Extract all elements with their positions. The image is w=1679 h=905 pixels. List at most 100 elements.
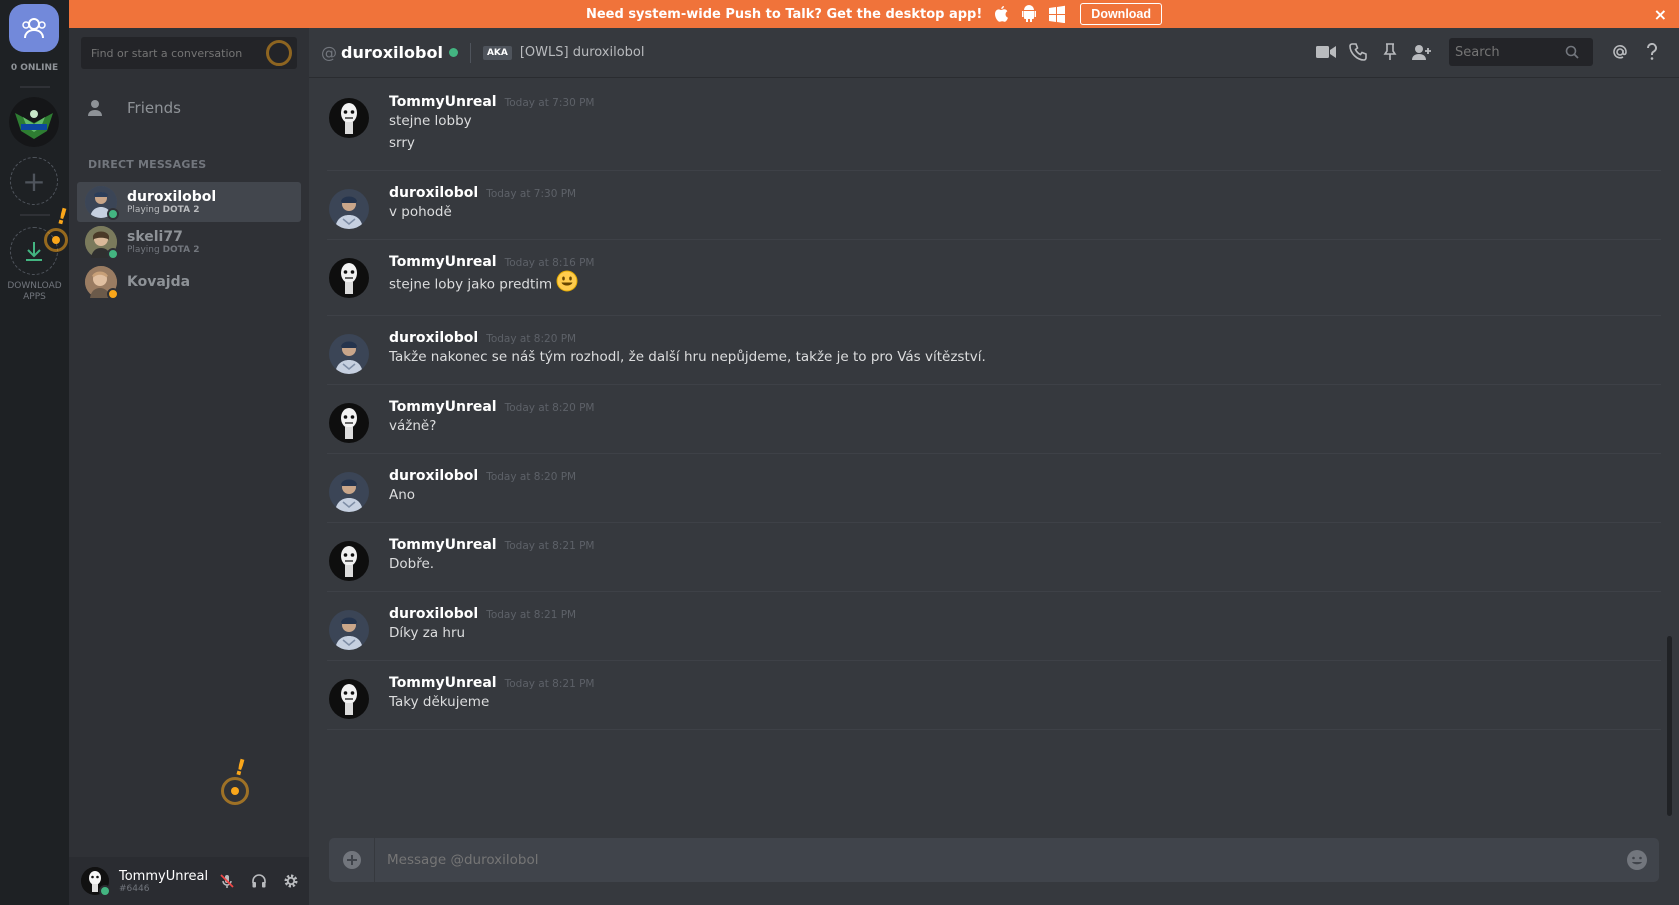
message-text: srry bbox=[389, 132, 1661, 154]
message-timestamp: Today at 8:16 PM bbox=[504, 257, 595, 269]
upload-button[interactable] bbox=[329, 838, 375, 882]
beacon-dot bbox=[231, 787, 239, 795]
deafen-button[interactable] bbox=[243, 865, 275, 897]
avatar bbox=[85, 226, 119, 260]
headphones-icon bbox=[252, 874, 266, 888]
avatar[interactable] bbox=[329, 334, 369, 374]
direct-messages-header: DIRECT MESSAGES bbox=[88, 158, 207, 171]
message-text: Dobře. bbox=[389, 553, 1661, 575]
user-settings-button[interactable] bbox=[275, 865, 307, 897]
status-online-dot bbox=[99, 885, 111, 897]
dm-item-kovajda[interactable]: Kovajda bbox=[77, 262, 301, 302]
message-author[interactable]: duroxilobol bbox=[389, 468, 478, 484]
mentions-button[interactable] bbox=[1607, 38, 1633, 66]
message-author[interactable]: duroxilobol bbox=[389, 330, 478, 346]
banner-text: Need system-wide Push to Talk? Get the d… bbox=[585, 6, 983, 22]
home-button[interactable] bbox=[9, 4, 59, 52]
dm-name: duroxilobol bbox=[127, 189, 217, 205]
user-panel: TommyUnreal #6446 bbox=[69, 857, 309, 905]
message-author[interactable]: TommyUnreal bbox=[389, 254, 497, 270]
dm-item-duroxilobol[interactable]: duroxilobol Playing DOTA 2 bbox=[77, 182, 301, 222]
help-button[interactable] bbox=[1639, 38, 1665, 66]
avatar[interactable] bbox=[329, 258, 369, 298]
dm-activity: Playing DOTA 2 bbox=[127, 245, 200, 255]
pinned-messages-button[interactable] bbox=[1377, 38, 1403, 66]
message-content: v pohodě bbox=[389, 204, 452, 220]
voice-call-button[interactable] bbox=[1345, 38, 1371, 66]
add-friend-to-dm-button[interactable] bbox=[1409, 38, 1435, 66]
aka-name: [OWLS] duroxilobol bbox=[519, 45, 645, 60]
message-author[interactable]: TommyUnreal bbox=[389, 675, 497, 691]
message-group: TommyUnreal Today at 8:21 PM Taky děkuje… bbox=[327, 661, 1661, 730]
user-tag: #6446 bbox=[119, 883, 150, 894]
avatar[interactable] bbox=[329, 679, 369, 719]
username: TommyUnreal bbox=[119, 868, 209, 884]
message-group: duroxilobol Today at 8:21 PM Díky za hru bbox=[327, 592, 1661, 661]
smiley-emoji-icon bbox=[556, 270, 578, 299]
download-icon bbox=[26, 242, 42, 261]
status-online-dot bbox=[107, 208, 119, 220]
avatar[interactable] bbox=[329, 98, 369, 138]
message-author[interactable]: duroxilobol bbox=[389, 606, 478, 622]
message-timestamp: Today at 7:30 PM bbox=[504, 97, 595, 109]
phone-icon bbox=[1349, 43, 1367, 61]
conversation-search-input[interactable] bbox=[91, 46, 261, 60]
message-timestamp: Today at 8:20 PM bbox=[486, 471, 577, 483]
message-search[interactable] bbox=[1449, 38, 1593, 66]
guild-separator bbox=[20, 214, 50, 216]
guild-sidebar: 0 ONLINE + ! DOWNLOAD APPS bbox=[0, 0, 70, 905]
message-group: TommyUnreal Today at 8:20 PM vážně? bbox=[327, 385, 1661, 454]
avatar[interactable] bbox=[329, 189, 369, 229]
server-icon[interactable] bbox=[9, 97, 59, 147]
video-call-button[interactable] bbox=[1313, 38, 1339, 66]
pin-icon bbox=[1383, 43, 1397, 60]
avatar[interactable] bbox=[329, 541, 369, 581]
add-server-button[interactable]: + bbox=[10, 157, 58, 205]
message-author[interactable]: TommyUnreal bbox=[389, 94, 497, 110]
message-list: TommyUnreal Today at 7:30 PM stejne lobb… bbox=[327, 80, 1661, 730]
message-timestamp: Today at 8:21 PM bbox=[486, 609, 577, 621]
apple-icon[interactable] bbox=[992, 5, 1010, 23]
message-search-input[interactable] bbox=[1455, 44, 1565, 60]
avatar[interactable] bbox=[329, 610, 369, 650]
message-text: vážně? bbox=[389, 415, 1661, 437]
message-group: duroxilobol Today at 7:30 PM v pohodě bbox=[327, 171, 1661, 240]
avatar[interactable] bbox=[329, 403, 369, 443]
activity-game: DOTA 2 bbox=[162, 205, 200, 215]
message-text: stejne loby jako predtim bbox=[389, 270, 1661, 299]
message-input[interactable] bbox=[375, 852, 1615, 868]
avatar[interactable] bbox=[329, 472, 369, 512]
message-author[interactable]: duroxilobol bbox=[389, 185, 478, 201]
mute-button[interactable] bbox=[211, 865, 243, 897]
emoji-picker-button[interactable] bbox=[1615, 838, 1659, 882]
scrollbar-thumb[interactable] bbox=[1667, 636, 1672, 816]
at-mention-icon bbox=[1613, 45, 1627, 59]
android-icon[interactable] bbox=[1020, 5, 1038, 23]
windows-icon[interactable] bbox=[1048, 5, 1066, 23]
message-text: Taky děkujeme bbox=[389, 691, 1661, 713]
header-divider bbox=[469, 42, 471, 63]
message-content: Ano bbox=[389, 487, 416, 503]
conversation-search[interactable] bbox=[81, 37, 297, 69]
download-button[interactable]: Download bbox=[1080, 3, 1163, 25]
message-group: duroxilobol Today at 8:20 PM Ano bbox=[327, 454, 1661, 523]
message-timestamp: Today at 7:30 PM bbox=[486, 188, 577, 200]
plus-circle-icon bbox=[342, 851, 361, 869]
message-content: vážně? bbox=[389, 418, 437, 434]
tutorial-beacon[interactable] bbox=[266, 40, 292, 66]
message-content: Taky děkujeme bbox=[389, 694, 490, 710]
message-author[interactable]: TommyUnreal bbox=[389, 537, 497, 553]
help-icon bbox=[1646, 43, 1657, 60]
message-author[interactable]: TommyUnreal bbox=[389, 399, 497, 415]
friends-label: Friends bbox=[127, 99, 181, 117]
desktop-app-banner: Need system-wide Push to Talk? Get the d… bbox=[69, 0, 1679, 28]
friends-nav-item[interactable]: Friends bbox=[77, 89, 301, 127]
guild-separator bbox=[20, 86, 50, 88]
message-text: Díky za hru bbox=[389, 622, 1661, 644]
download-apps-label: DOWNLOAD APPS bbox=[7, 281, 62, 302]
message-text: v pohodě bbox=[389, 201, 1661, 223]
close-banner-icon[interactable]: × bbox=[1654, 5, 1667, 24]
message-timestamp: Today at 8:21 PM bbox=[504, 678, 595, 690]
message-content: stejne loby jako predtim bbox=[389, 276, 553, 293]
dm-item-skeli77[interactable]: skeli77 Playing DOTA 2 bbox=[77, 222, 301, 262]
